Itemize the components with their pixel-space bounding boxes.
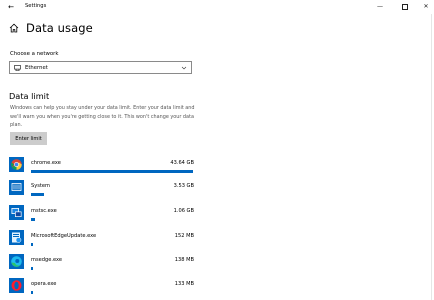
app-row-chrome[interactable]: chrome.exe 43.64 GB <box>9 157 194 181</box>
app-size: 3.53 GB <box>173 183 194 189</box>
usage-bar <box>31 267 193 270</box>
usage-bar-fill <box>31 193 45 196</box>
app-row-opera[interactable]: opera.exe 133 MB <box>9 278 194 300</box>
usage-bar <box>31 243 193 246</box>
app-size: 138 MB <box>174 257 194 263</box>
window-title: Settings <box>25 3 47 9</box>
maximize-icon <box>402 3 408 10</box>
app-name: System <box>31 183 50 189</box>
ethernet-icon <box>14 64 21 71</box>
usage-bar <box>31 291 193 294</box>
app-row-mstsc[interactable]: mstsc.exe 1.06 GB <box>9 205 194 229</box>
app-row-system[interactable]: System 3.53 GB <box>9 180 194 204</box>
chevron-down-icon <box>181 66 187 70</box>
app-name: msedge.exe <box>31 257 63 263</box>
usage-bar <box>31 218 193 221</box>
usage-bar-fill <box>31 243 33 246</box>
app-row-msedge[interactable]: msedge.exe 138 MB <box>9 254 194 278</box>
app-name: chrome.exe <box>31 160 61 166</box>
remote-desktop-icon <box>9 205 24 220</box>
network-label: Choose a network <box>10 51 59 57</box>
usage-bar-fill <box>31 218 35 221</box>
usage-bar <box>31 170 193 173</box>
enter-limit-button[interactable]: Enter limit <box>10 132 47 145</box>
chrome-icon <box>9 157 24 172</box>
app-size: 152 MB <box>174 233 194 239</box>
usage-bar-fill <box>31 291 33 294</box>
back-button[interactable]: ← <box>7 2 15 11</box>
scrollbar-edge <box>431 14 432 300</box>
app-row-edge-update[interactable]: MicrosoftEdgeUpdate.exe 152 MB <box>9 230 194 254</box>
edge-update-icon <box>9 230 24 245</box>
usage-bar-fill <box>31 170 193 173</box>
title-bar: ← Settings — ✕ <box>0 0 434 14</box>
system-icon <box>9 180 24 195</box>
home-icon[interactable] <box>9 23 19 33</box>
network-dropdown[interactable]: Ethernet <box>9 61 192 74</box>
app-name: mstsc.exe <box>31 208 57 214</box>
minimize-button[interactable]: — <box>367 1 393 12</box>
data-limit-heading: Data limit <box>9 91 50 101</box>
network-selected-value: Ethernet <box>25 64 48 71</box>
data-limit-description: Windows can help you stay under your dat… <box>10 105 195 128</box>
app-size: 1.06 GB <box>173 208 194 214</box>
app-name: opera.exe <box>31 281 57 287</box>
edge-icon <box>9 254 24 269</box>
app-name: MicrosoftEdgeUpdate.exe <box>31 233 97 239</box>
app-size: 133 MB <box>174 281 194 287</box>
page-title: Data usage <box>26 21 93 35</box>
opera-icon <box>9 278 24 293</box>
page-header: Data usage <box>9 21 93 35</box>
close-button[interactable]: ✕ <box>413 1 434 12</box>
usage-bar-fill <box>31 267 33 270</box>
settings-window: ← Settings — ✕ Data usage Choose a netwo… <box>0 0 434 300</box>
usage-bar <box>31 193 193 196</box>
app-size: 43.64 GB <box>170 160 194 166</box>
